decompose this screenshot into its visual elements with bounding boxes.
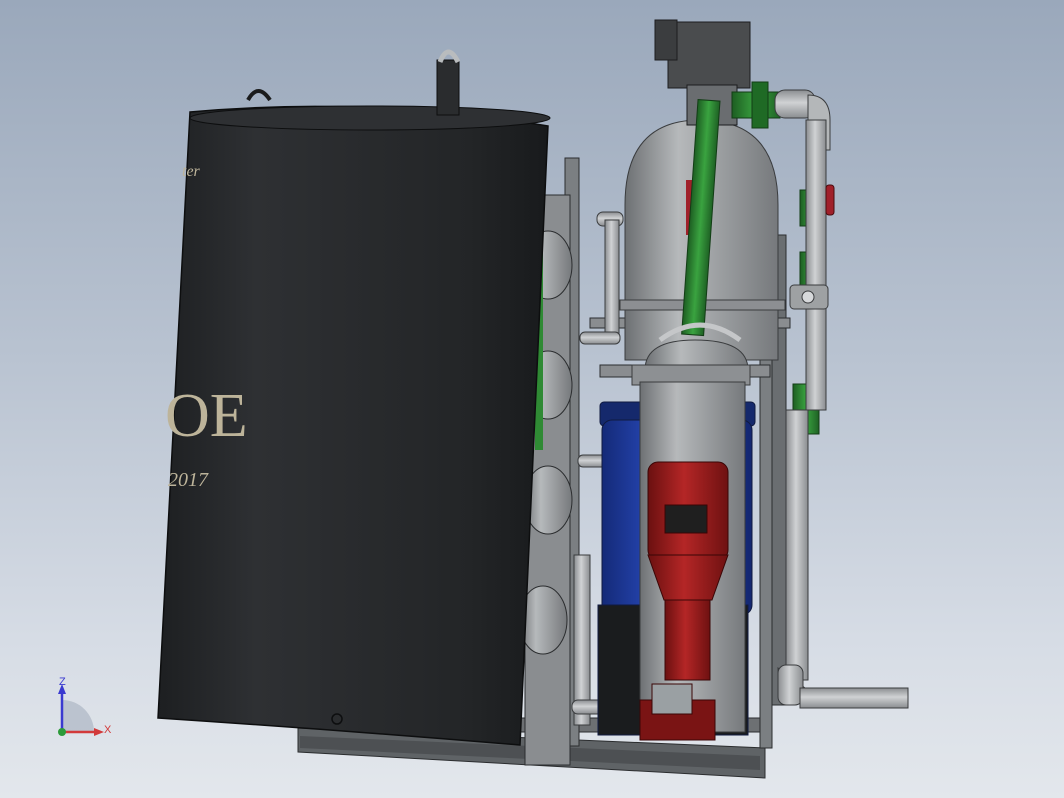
water-treatment-model[interactable]: ter OE 2017 — [0, 0, 1064, 798]
z-axis-label: Z — [59, 676, 66, 688]
tank-label-large-letters: OE — [165, 382, 248, 450]
x-axis-label: X — [104, 724, 112, 736]
ball-valve[interactable] — [825, 184, 835, 216]
storage-tank[interactable]: ter OE 2017 — [157, 49, 551, 746]
cad-viewport[interactable]: ter OE 2017 Z X — [0, 0, 1064, 798]
orientation-triad[interactable]: Z X — [50, 676, 130, 746]
tank-label-top-fragment: ter — [182, 163, 201, 180]
tank-label-date: 2017 — [168, 469, 209, 491]
